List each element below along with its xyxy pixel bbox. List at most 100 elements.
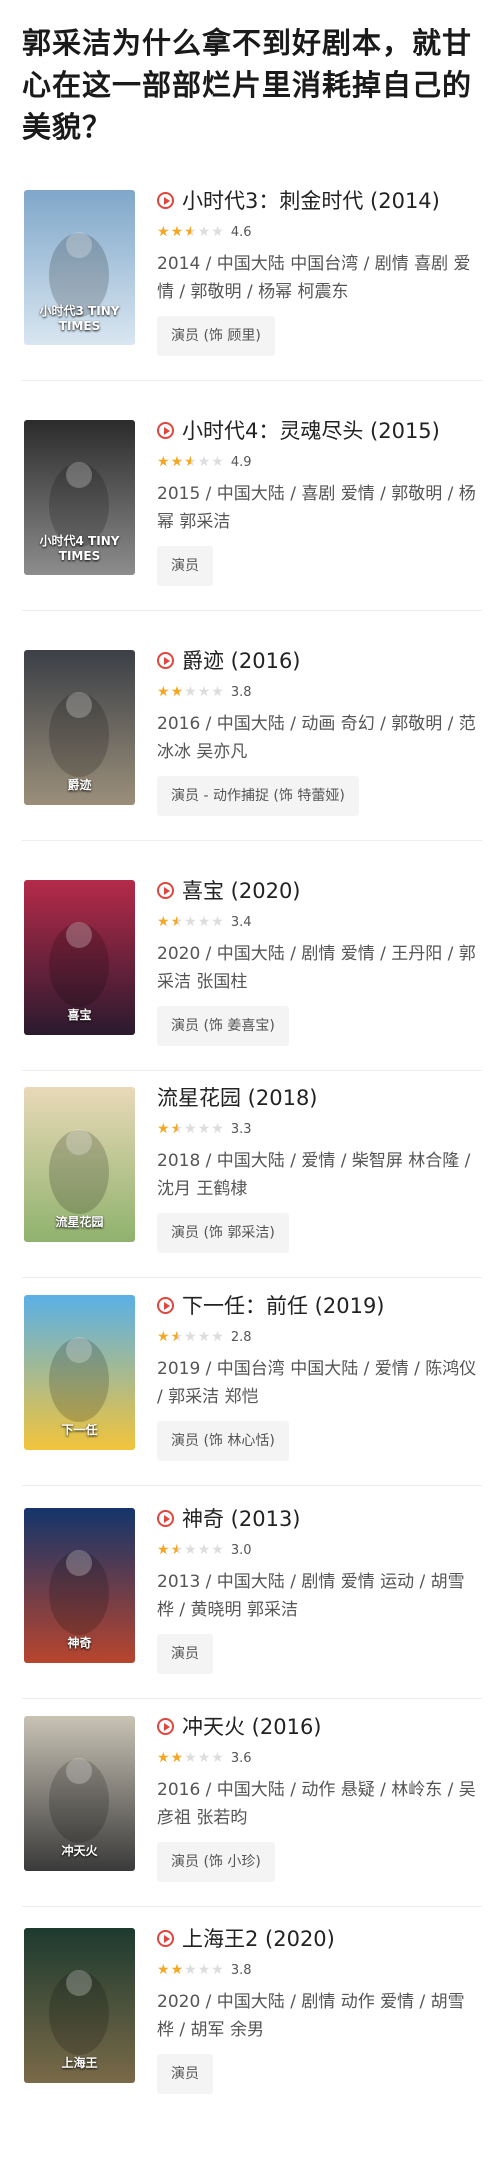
poster-caption: 小时代4 TINY TIMES (39, 534, 120, 563)
movie-title[interactable]: 喜宝 (2020) (157, 878, 301, 904)
movie-entry[interactable]: 喜宝 喜宝 (2020) ★★★★★ 3.4 2020 / 中国大陆 / 剧情 爱情 /… (0, 878, 504, 1110)
movie-meta: 2014 / 中国大陆 中国台湾 / 剧情 喜剧 爱情 / 郭敬明 / 杨幂 柯… (157, 254, 471, 302)
movie-entry[interactable]: 冲天火 冲天火 (2016) ★★★★★ 3.6 2016 / 中国大陆 / 动作 悬疑… (0, 1714, 504, 1946)
movie-entry[interactable]: 爵迹 爵迹 (2016) ★★★★★ 3.8 2016 / 中国大陆 / 动画 奇幻 /… (0, 648, 504, 880)
play-icon[interactable] (157, 652, 174, 669)
movie-title-text: 小时代4：灵魂尽头 (2015) (182, 419, 440, 443)
role-badge: 演员 (饰 林心恬) (157, 1421, 289, 1461)
role-badge: 演员 (饰 小珍) (157, 1842, 275, 1882)
poster-caption: 爵迹 (67, 778, 92, 792)
role-badge: 演员 (饰 姜喜宝) (157, 1006, 289, 1046)
rating: ★★★★★ 3.4 (157, 913, 252, 932)
poster-caption: 下一任 (61, 1423, 98, 1437)
movie-poster[interactable]: 爵迹 (24, 650, 135, 805)
play-icon[interactable] (157, 192, 174, 209)
star-rating-icon: ★★★★★ (157, 1750, 225, 1766)
movie-title-text: 上海王2 (2020) (182, 1927, 335, 1951)
play-icon[interactable] (157, 1510, 174, 1527)
poster-caption: 神奇 (67, 1636, 92, 1650)
star-rating-icon: ★★★★★ (157, 454, 225, 470)
movie-meta: 2020 / 中国大陆 / 剧情 爱情 / 王丹阳 / 郭采洁 张国柱 (157, 944, 476, 992)
movie-title-text: 爵迹 (2016) (182, 649, 301, 673)
star-rating-icon: ★★★★★ (157, 914, 225, 930)
rating-score: 3.3 (230, 1122, 252, 1137)
star-rating-icon: ★★★★★ (157, 684, 225, 700)
movie-meta: 2013 / 中国大陆 / 剧情 爱情 运动 / 胡雪桦 / 黄晓明 郭采洁 (157, 1572, 465, 1620)
movie-poster[interactable]: 小时代4 TINY TIMES (24, 420, 135, 575)
rating: ★★★★★ 4.9 (157, 453, 252, 472)
star-rating-icon: ★★★★★ (157, 224, 225, 240)
role-badge: 演员 (饰 顾里) (157, 316, 275, 356)
rating-score: 4.6 (230, 225, 252, 240)
role-badge: 演员 - 动作捕捉 (饰 特蕾娅) (157, 776, 359, 816)
movie-title[interactable]: 小时代4：灵魂尽头 (2015) (157, 418, 440, 444)
movie-title[interactable]: 爵迹 (2016) (157, 648, 301, 674)
movie-entry[interactable]: 上海王 上海王2 (2020) ★★★★★ 3.8 2020 / 中国大陆 / 剧情 动… (0, 1926, 504, 2158)
movie-title-text: 流星花园 (2018) (157, 1086, 318, 1110)
divider (22, 1070, 482, 1071)
divider (22, 380, 482, 381)
rating-score: 2.8 (230, 1330, 252, 1345)
movie-poster[interactable]: 下一任 (24, 1295, 135, 1450)
rating-score: 3.0 (230, 1543, 252, 1558)
rating: ★★★★★ 3.8 (157, 683, 252, 702)
poster-caption: 上海王 (61, 2056, 98, 2070)
movie-title-text: 喜宝 (2020) (182, 879, 301, 903)
divider (22, 1485, 482, 1486)
poster-caption: 喜宝 (67, 1008, 92, 1022)
play-icon[interactable] (157, 422, 174, 439)
movie-title[interactable]: 冲天火 (2016) (157, 1714, 322, 1740)
star-rating-icon: ★★★★★ (157, 1542, 225, 1558)
divider (22, 1277, 482, 1278)
movie-entry[interactable]: 流星花园 流星花园 (2018) ★★★★★ 3.3 2018 / 中国大陆 / 爱情 … (0, 1085, 504, 1317)
movie-meta: 2016 / 中国大陆 / 动作 悬疑 / 林岭东 / 吴彦祖 张若昀 (157, 1780, 476, 1828)
movie-poster[interactable]: 神奇 (24, 1508, 135, 1663)
movie-title-text: 冲天火 (2016) (182, 1715, 322, 1739)
rating: ★★★★★ 3.3 (157, 1120, 252, 1139)
role-badge: 演员 (157, 1634, 213, 1674)
movie-meta: 2016 / 中国大陆 / 动画 奇幻 / 郭敬明 / 范冰冰 吴亦凡 (157, 714, 476, 762)
movie-entry[interactable]: 小时代3 TINY TIMES 小时代3：刺金时代 (2014) ★★★★★ 4.6 2… (0, 188, 504, 420)
play-icon[interactable] (157, 1718, 174, 1735)
play-icon[interactable] (157, 882, 174, 899)
movie-title[interactable]: 神奇 (2013) (157, 1506, 301, 1532)
star-rating-icon: ★★★★★ (157, 1329, 225, 1345)
star-rating-icon: ★★★★★ (157, 1121, 225, 1137)
rating: ★★★★★ 2.8 (157, 1328, 252, 1347)
rating: ★★★★★ 3.0 (157, 1541, 252, 1560)
movie-title-text: 小时代3：刺金时代 (2014) (182, 189, 440, 213)
rating: ★★★★★ 3.6 (157, 1749, 252, 1768)
movie-meta: 2020 / 中国大陆 / 剧情 动作 爱情 / 胡雪桦 / 胡军 余男 (157, 1992, 465, 2040)
movie-meta: 2015 / 中国大陆 / 喜剧 爱情 / 郭敬明 / 杨幂 郭采洁 (157, 484, 476, 532)
movie-poster[interactable]: 喜宝 (24, 880, 135, 1035)
movie-title[interactable]: 小时代3：刺金时代 (2014) (157, 188, 440, 214)
movie-poster[interactable]: 小时代3 TINY TIMES (24, 190, 135, 345)
rating-score: 4.9 (230, 455, 252, 470)
play-icon[interactable] (157, 1930, 174, 1947)
rating-score: 3.8 (230, 1963, 252, 1978)
divider (22, 840, 482, 841)
movie-title[interactable]: 流星花园 (2018) (157, 1085, 318, 1111)
divider (22, 610, 482, 611)
poster-caption: 流星花园 (55, 1215, 104, 1229)
movie-entry[interactable]: 神奇 神奇 (2013) ★★★★★ 3.0 2013 / 中国大陆 / 剧情 爱情 运… (0, 1506, 504, 1738)
movie-entry[interactable]: 下一任 下一任：前任 (2019) ★★★★★ 2.8 2019 / 中国台湾 中国大陆… (0, 1293, 504, 1525)
movie-poster[interactable]: 冲天火 (24, 1716, 135, 1871)
rating: ★★★★★ 3.8 (157, 1961, 252, 1980)
movie-meta: 2019 / 中国台湾 中国大陆 / 爱情 / 陈鸿仪 / 郭采洁 郑恺 (157, 1359, 477, 1407)
divider (22, 1698, 482, 1699)
star-rating-icon: ★★★★★ (157, 1962, 225, 1978)
rating: ★★★★★ 4.6 (157, 223, 252, 242)
play-icon[interactable] (157, 1297, 174, 1314)
movie-poster[interactable]: 上海王 (24, 1928, 135, 2083)
movie-entry[interactable]: 小时代4 TINY TIMES 小时代4：灵魂尽头 (2015) ★★★★★ 4.9 2… (0, 418, 504, 650)
movie-title-text: 神奇 (2013) (182, 1507, 301, 1531)
movie-title[interactable]: 下一任：前任 (2019) (157, 1293, 385, 1319)
role-badge: 演员 (157, 2054, 213, 2094)
movie-poster[interactable]: 流星花园 (24, 1087, 135, 1242)
divider (22, 1906, 482, 1907)
movie-title-text: 下一任：前任 (2019) (182, 1294, 385, 1318)
movie-title[interactable]: 上海王2 (2020) (157, 1926, 335, 1952)
rating-score: 3.4 (230, 915, 252, 930)
article-headline: 郭采洁为什么拿不到好剧本，就甘心在这一部部烂片里消耗掉自己的美貌？ (22, 26, 473, 144)
